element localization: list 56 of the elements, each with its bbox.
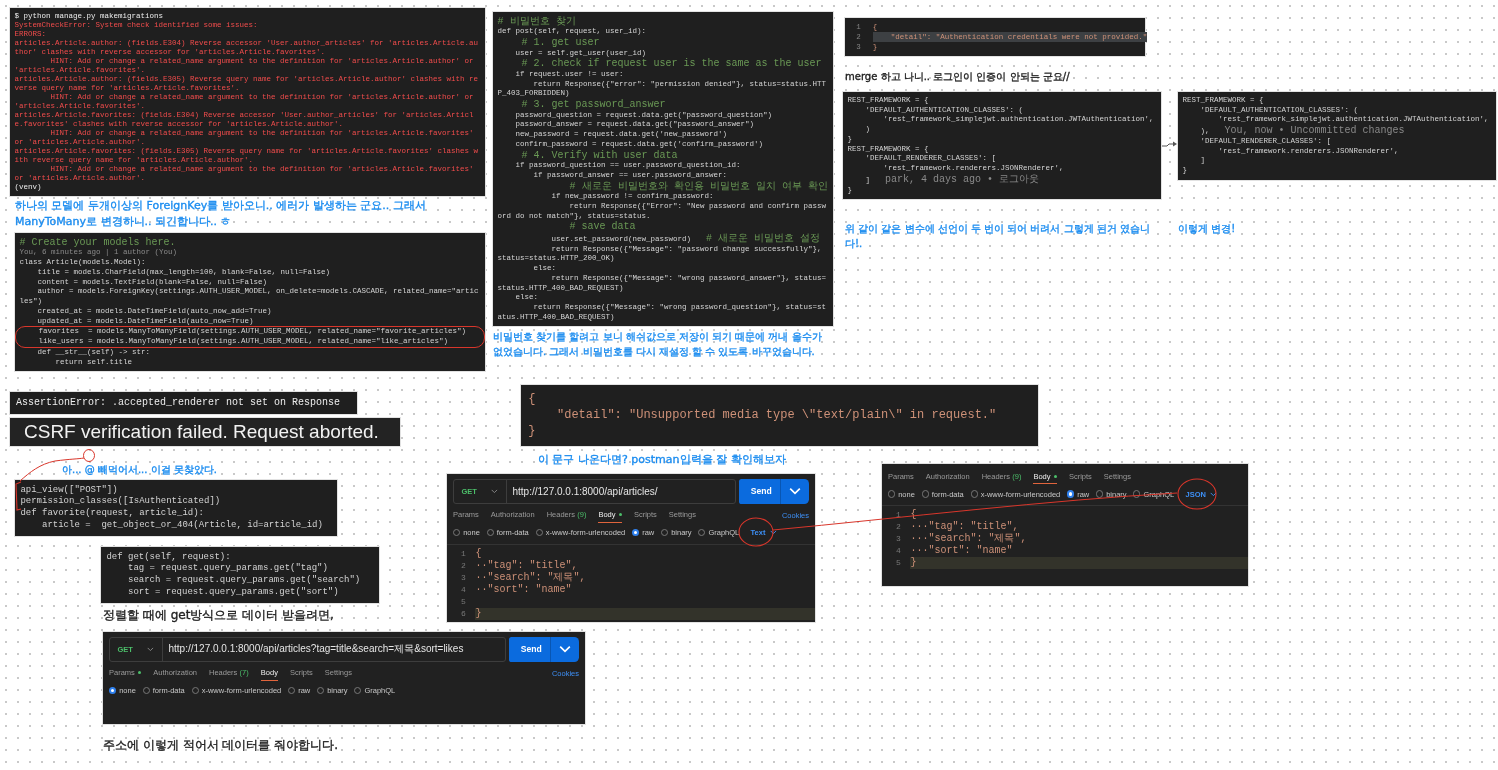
caption-text: 이렇게 변경! [1178,222,1237,236]
code-line: # 1. get user [520,37,600,49]
code-line: tag = request.query_params.get("tag") [127,563,328,575]
caption-text: 정렬할 때에 get방식으로 데이터 받을려면, [103,607,335,624]
code-line: ···"search": "제목", [910,533,1028,545]
line-number: 6 [460,607,467,620]
send-button[interactable]: Send [739,478,783,504]
line-number: 5 [895,557,902,569]
code-line: ··"sort": "name" [475,583,573,596]
code-line: } [528,423,536,440]
code-line: { [475,547,483,560]
code-line: # 2. check if request user is the same as the user [520,58,822,70]
line-number: 4 [460,583,467,596]
line-number: 2 [895,521,902,533]
code-line: # save data [568,221,636,233]
terminal-line: AssertionError: .accepted_renderer not set on Response [16,397,341,409]
caption-text: 아... @ 빼먹어서... 이걸 못찾았다. [62,463,217,477]
caption-text: 이 문구 나온다면? postman입력을 잘 확인해보자 [538,452,787,468]
code-line: sort = request.query_params.get("sort") [127,586,339,599]
line-number: 4 [895,545,902,557]
url-field[interactable]: http://127.0.0.1:8000/api/articles/ [506,485,664,497]
line-number: 1 [895,509,902,521]
code-line: def get(self, request): [106,551,231,563]
line-number: 3 [895,533,902,545]
url-field[interactable]: http://127.0.0.1:8000/api/articles?tag=title&search=제목&sort=likes [162,642,470,657]
code-line: { [910,509,918,521]
send-button[interactable]: Send [509,636,553,662]
caption-text: 주소에 이렇게 적어서 데이터를 줘야합니다. [103,737,340,754]
code-line: # 3. get password_answer [520,99,666,111]
blame-annotation: You, now • Uncommitted changes [1224,125,1405,137]
code-line: # Create your models here. [19,236,176,249]
caption-text: 하나의 모델에 두개이상의 ForeignKey를 받아오니.. 에러가 발생하는 군요.. 그래서 ManyToMany로 변경하니.. 되긴합니다.. ㅎ [15,198,427,230]
code-line: { [528,391,536,408]
line-number: 2 [460,559,467,572]
code-line: # 새로운 비밀번호와 확인용 비밀번호 일치 여부 확인 [568,180,828,192]
code-line: permission_classes([IsAuthenticated]) [20,496,221,508]
code-line: search = request.query_params.get("search") [127,574,361,587]
blame-annotation: park, 4 days ago • 로그아웃 [885,173,1040,186]
code-line: # 비밀번호 찾기 [497,15,576,28]
caption-text: 비밀번호 찾기를 할려고 보니 해쉬값으로 저장이 되기 때문에 꺼내 올수가 없었습니다. 그래서 비밀번호를 다시 재설정 할 수 있도록 바꾸었습니다. [493,330,823,359]
code-line: "detail": "Unsupported media type \"text/plain\" in request." [556,407,997,424]
code-line: api_view(["POST"]) [20,484,118,496]
code-line: ···"tag": "title", [910,521,1020,533]
code-line: ··"tag": "title", [475,559,579,572]
code-line: article = get_object_or_404(Article, id=article_id) [41,519,323,532]
line-number: 1 [460,547,467,560]
code-line: # 4. Verify with user data [520,149,678,161]
error-banner: CSRF verification failed. Request aborted. [10,418,400,446]
caption-text: merge 하고 나니.. 로그인이 인증이 안되는 군요// [845,70,1071,84]
line-number: 3 [460,571,467,584]
code-line: ···"sort": "name" [910,545,1014,557]
line-number: 5 [460,595,467,608]
inline-comment: # 새로운 비밀번호 설정 [706,232,821,245]
code-line: ··"search": "제목", [475,571,587,584]
code-line: def favorite(request, article_id): [20,507,205,520]
caption-text: 위 같이 같은 변수에 선언이 두 번이 되어 버려서 그렇게 된거 였습니다!. [845,222,1151,251]
